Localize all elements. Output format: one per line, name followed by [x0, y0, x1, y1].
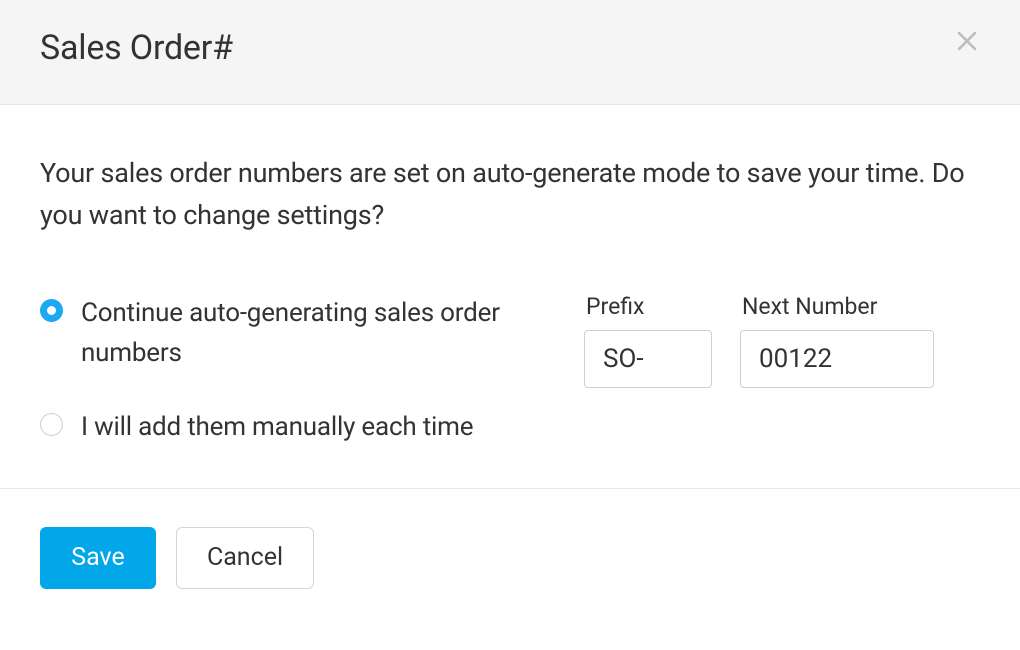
sales-order-number-modal: Sales Order# Your sales order numbers ar… [0, 0, 1020, 627]
next-number-label: Next Number [740, 293, 934, 320]
radio-option-manual[interactable]: I will add them manually each time [40, 407, 540, 447]
prefix-field-group: Prefix [584, 293, 712, 388]
modal-header: Sales Order# [0, 0, 1020, 105]
radio-label-manual: I will add them manually each time [81, 407, 473, 447]
close-icon[interactable] [954, 28, 980, 54]
description-text: Your sales order numbers are set on auto… [40, 153, 980, 237]
cancel-button[interactable]: Cancel [176, 527, 314, 589]
next-number-field-group: Next Number [740, 293, 934, 388]
modal-footer: Save Cancel [0, 488, 1020, 627]
modal-body: Your sales order numbers are set on auto… [0, 105, 1020, 488]
radio-option-auto[interactable]: Continue auto-generating sales order num… [40, 293, 540, 374]
fields: Prefix Next Number [584, 293, 934, 388]
radio-label-auto: Continue auto-generating sales order num… [81, 293, 540, 374]
radio-unselected-icon [40, 413, 63, 436]
prefix-label: Prefix [584, 293, 712, 320]
next-number-input[interactable] [740, 330, 934, 388]
prefix-input[interactable] [584, 330, 712, 388]
save-button[interactable]: Save [40, 527, 156, 589]
radio-selected-icon [40, 299, 63, 322]
radio-options: Continue auto-generating sales order num… [40, 293, 540, 448]
content-row: Continue auto-generating sales order num… [40, 293, 980, 448]
modal-title: Sales Order# [40, 28, 233, 68]
